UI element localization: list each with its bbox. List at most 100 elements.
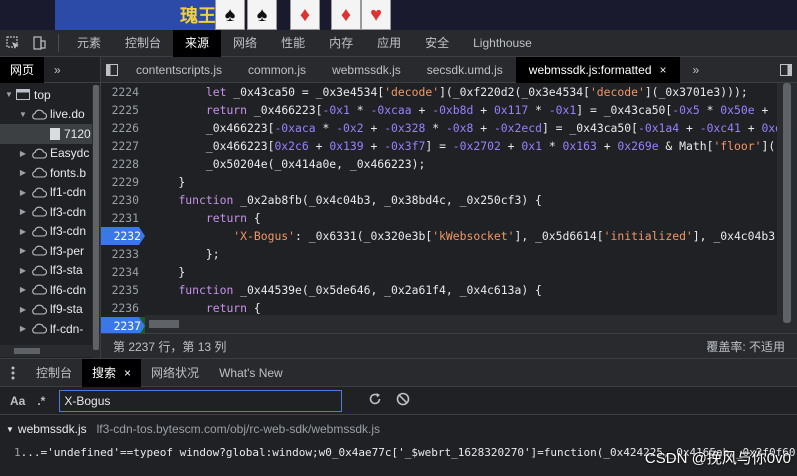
close-tab-icon[interactable]: × (124, 366, 131, 380)
drawer-menu-icon[interactable] (0, 360, 26, 386)
file-tree: ▼ top ▼ live.do 7120 ▶ Easydc ▶ fonts.b ▶ lf1-cdn ▶… (0, 85, 92, 345)
line-number[interactable]: 2226 (101, 119, 143, 137)
code-line[interactable]: 2232 'X-Bogus': _0x6331(_0x320e3b['kWebs… (101, 227, 797, 245)
breakpoint-line-number[interactable]: 2232 (101, 227, 145, 245)
tree-item[interactable]: ▶ lf3-per (0, 241, 92, 261)
clear-icon[interactable] (396, 392, 410, 409)
tree-item[interactable]: ▼ top (0, 85, 92, 105)
tree-item[interactable]: ▶ lf1-cdn (0, 183, 92, 203)
expand-caret-icon[interactable]: ▼ (6, 425, 14, 434)
line-number[interactable]: 2236 (101, 299, 143, 317)
code-line[interactable]: 2228 _0x50204e(_0x414a0e, _0x466223); (101, 155, 797, 173)
expand-caret-icon[interactable]: ▶ (18, 305, 28, 314)
line-number[interactable]: 2233 (101, 245, 143, 263)
tab-network[interactable]: 网络 (221, 30, 269, 57)
line-number[interactable]: 2228 (101, 155, 143, 173)
match-case-toggle[interactable]: Aa (10, 394, 25, 408)
code-line[interactable]: 2235 function _0x44539e(_0x5de646, _0x2a… (101, 281, 797, 299)
code-line[interactable]: 2231 return { (101, 209, 797, 227)
code-line[interactable]: 2226 _0x466223[-0xaca * -0x2 + -0x328 * … (101, 119, 797, 137)
tree-item[interactable]: ▶ lf9-sta (0, 300, 92, 320)
line-number[interactable]: 2234 (101, 263, 143, 281)
tab-elements[interactable]: 元素 (65, 30, 113, 57)
tab-lighthouse[interactable]: Lighthouse (461, 30, 544, 57)
tab-console[interactable]: 控制台 (113, 30, 173, 57)
tree-item[interactable]: ▶ lf3-sta (0, 261, 92, 281)
tab-memory[interactable]: 内存 (317, 30, 365, 57)
line-number[interactable]: 2235 (101, 281, 143, 299)
tree-item[interactable]: ▶ Easydc (0, 144, 92, 164)
navigator-horizontal-scrollbar[interactable] (0, 345, 92, 357)
line-number[interactable]: 2229 (101, 173, 143, 191)
close-tab-icon[interactable]: × (660, 63, 667, 77)
editor-more-tabs[interactable]: » (680, 57, 713, 83)
coverage-status: 覆盖率: 不适用 (706, 339, 785, 354)
code-line[interactable]: 2229 } (101, 173, 797, 191)
tree-item[interactable]: 7120 (0, 124, 92, 144)
code-horizontal-scrollbar[interactable] (145, 315, 777, 333)
tree-item[interactable]: ▶ lf6-cdn (0, 280, 92, 300)
inspect-element-icon[interactable] (0, 30, 26, 56)
cloud-icon (31, 265, 47, 276)
refresh-icon[interactable] (368, 392, 382, 409)
expand-caret-icon[interactable]: ▶ (18, 188, 28, 197)
toggle-navigator-icon[interactable] (101, 57, 123, 83)
tree-item[interactable]: ▶ lf-cdn- (0, 319, 92, 339)
code-editor[interactable]: 2224 let _0x43ca50 = _0x3e4534['decode']… (101, 83, 797, 333)
regex-toggle[interactable]: .* (37, 394, 45, 408)
code-line[interactable]: 2234 } (101, 263, 797, 281)
code-line[interactable]: 2227 _0x466223[0x2c6 + 0x139 + -0x3f7] =… (101, 137, 797, 155)
line-number[interactable]: 2227 (101, 137, 143, 155)
expand-caret-icon[interactable]: ▼ (18, 110, 28, 119)
scroll-thumb[interactable] (14, 348, 40, 354)
line-number[interactable]: 2225 (101, 101, 143, 119)
code-vertical-scrollbar[interactable] (777, 83, 797, 333)
scroll-thumb[interactable] (783, 83, 791, 323)
editor-tab-webmssdk-formatted[interactable]: webmssdk.js:formatted × (515, 56, 680, 83)
toggle-debugger-icon[interactable] (775, 57, 797, 83)
breakpoint-line-number[interactable]: 2237 (101, 317, 145, 333)
tree-item[interactable]: ▶ fonts.b (0, 163, 92, 183)
expand-caret-icon[interactable]: ▼ (4, 90, 14, 99)
navigator-vertical-scrollbar[interactable] (92, 85, 100, 387)
tab-security[interactable]: 安全 (413, 30, 461, 57)
code-line[interactable]: 2224 let _0x43ca50 = _0x3e4534['decode']… (101, 83, 797, 101)
navigator-more-tabs[interactable]: » (44, 63, 61, 77)
line-number[interactable]: 2224 (101, 83, 143, 101)
editor-tab-webmssdk[interactable]: webmssdk.js (319, 57, 414, 83)
tree-item-label: lf3-cdn (50, 204, 87, 219)
expand-caret-icon[interactable]: ▶ (18, 207, 28, 216)
result-file-name: webmssdk.js (17, 422, 87, 436)
drawer-tab-whats-new[interactable]: What's New (209, 359, 293, 387)
scroll-thumb[interactable] (93, 85, 99, 350)
drawer-tab-search[interactable]: 搜索 × (82, 358, 142, 387)
result-file-row[interactable]: ▼ webmssdk.js lf3-cdn-tos.bytescm.com/ob… (0, 415, 797, 443)
expand-caret-icon[interactable]: ▶ (18, 324, 28, 333)
editor-tab-secsdk[interactable]: secsdk.umd.js (414, 57, 516, 83)
code-line[interactable]: 2230 function _0x2ab8fb(_0x4c04b3, _0x38… (101, 191, 797, 209)
drawer-tab-network-conditions[interactable]: 网络状况 (141, 359, 209, 387)
expand-caret-icon[interactable]: ▶ (18, 168, 28, 177)
editor-tab-contentscripts[interactable]: contentscripts.js (123, 57, 235, 83)
tab-application[interactable]: 应用 (365, 30, 413, 57)
tab-page[interactable]: 网页 (0, 56, 45, 83)
code-line[interactable]: 2233 }; (101, 245, 797, 263)
code-line[interactable]: 2225 return _0x466223[-0x1 * -0xcaa + -0… (101, 101, 797, 119)
expand-caret-icon[interactable]: ▶ (18, 266, 28, 275)
expand-caret-icon[interactable]: ▶ (18, 227, 28, 236)
line-number[interactable]: 2230 (101, 191, 143, 209)
device-toolbar-icon[interactable] (26, 30, 52, 56)
expand-caret-icon[interactable]: ▶ (18, 285, 28, 294)
expand-caret-icon[interactable]: ▶ (18, 149, 28, 158)
tree-item[interactable]: ▶ lf3-cdn (0, 222, 92, 242)
drawer-tab-console[interactable]: 控制台 (26, 359, 82, 387)
tree-item[interactable]: ▶ lf3-cdn (0, 202, 92, 222)
tab-sources[interactable]: 来源 (173, 29, 222, 57)
tab-performance[interactable]: 性能 (269, 30, 317, 57)
search-input[interactable] (59, 389, 343, 412)
editor-tab-common[interactable]: common.js (235, 57, 319, 83)
scroll-thumb[interactable] (149, 320, 179, 328)
line-number[interactable]: 2231 (101, 209, 143, 227)
tree-item[interactable]: ▼ live.do (0, 105, 92, 125)
expand-caret-icon[interactable]: ▶ (18, 246, 28, 255)
